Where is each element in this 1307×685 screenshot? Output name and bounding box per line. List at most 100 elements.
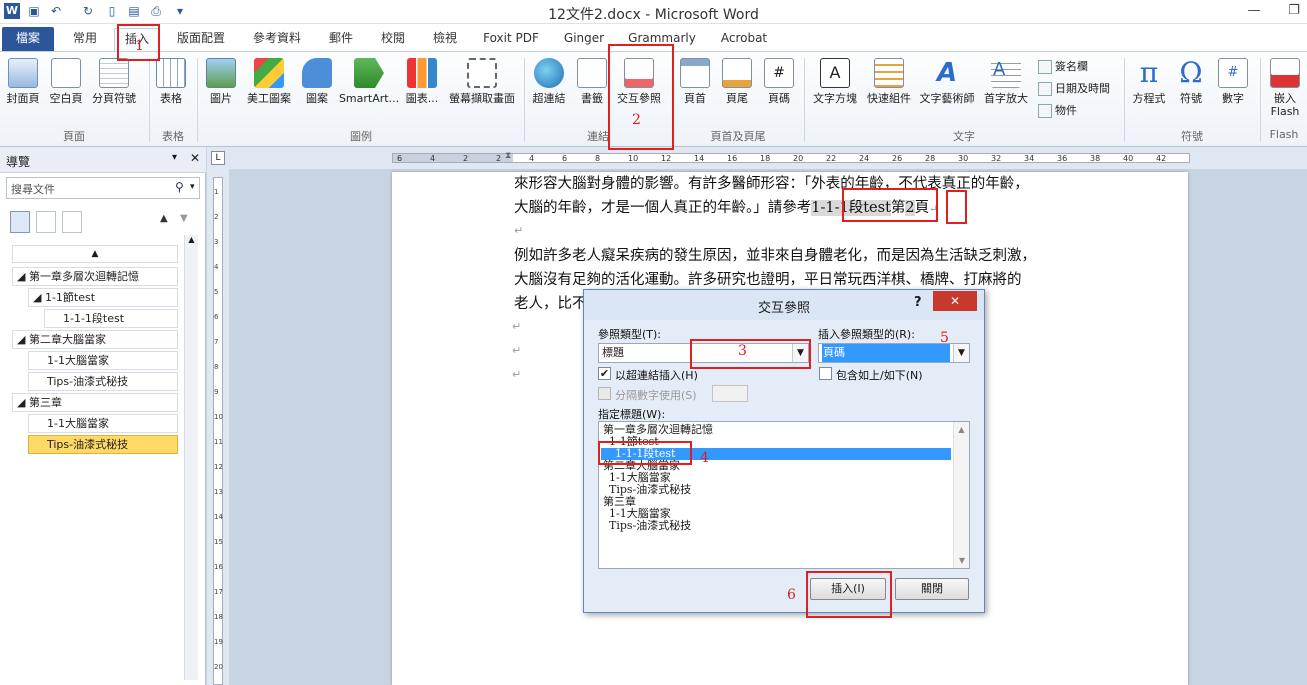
tab-references[interactable]: 參考資料 (244, 28, 310, 51)
nav-heading-item[interactable]: 1-1大腦當家 (28, 414, 178, 433)
horizontal-ruler[interactable]: L 6 4 2 2 4 6 8 10 12 14 16 18 20 22 24 26 28 30 32 34 36 38 4… (207, 147, 1307, 169)
tab-ginger[interactable]: Ginger (556, 28, 612, 51)
wordart-button[interactable]: A 文字藝術師 (916, 58, 978, 105)
nav-heading-item[interactable]: ◢ 第二章大腦當家 (12, 330, 178, 349)
header-button[interactable]: 頁首 (678, 58, 712, 105)
symbol-button[interactable]: Ω 符號 (1172, 58, 1210, 106)
ruler-number: 8 (214, 363, 219, 371)
above-below-label[interactable]: 包含如上/如下(N) (836, 367, 923, 383)
tab-home[interactable]: 常用 (62, 28, 108, 51)
nav-scrollbar[interactable]: ▲ (184, 235, 198, 680)
nav-heading-item[interactable]: 1-1-1段test (44, 309, 178, 328)
nav-search-input[interactable]: 搜尋文件 ⚲ ▾ (6, 177, 200, 199)
expand-icon[interactable]: ◢ (17, 333, 29, 346)
tab-foxit-pdf[interactable]: Foxit PDF (476, 28, 546, 51)
page-number-button[interactable]: # 頁碼 (762, 58, 796, 105)
ruler-number: 12 (214, 463, 223, 471)
browse-results-tab[interactable] (62, 211, 82, 233)
search-icon[interactable]: ⚲ (175, 180, 184, 194)
ruler-number: 34 (1024, 154, 1035, 163)
vertical-ruler-scale: 1 2 3 4 5 6 7 8 9 10 11 12 13 14 15 16 17 18 19 20 (213, 177, 223, 685)
nav-options-icon[interactable]: ▾ (172, 152, 177, 163)
chevron-down-icon[interactable]: ▼ (953, 344, 969, 362)
nav-heading-item[interactable]: ◢ 第三章 (12, 393, 178, 412)
picture-button[interactable]: 圖片 (204, 58, 238, 105)
screenshot-button[interactable]: 螢幕擷取畫面 (446, 58, 518, 105)
object-icon (1038, 104, 1052, 118)
scroll-up-icon[interactable]: ▲ (954, 425, 969, 434)
ruler-number: 19 (214, 638, 223, 646)
expand-icon[interactable]: ◢ (17, 396, 29, 409)
ruler-number: 28 (925, 154, 936, 163)
page-break-button[interactable]: 分頁符號 (88, 58, 140, 105)
ruler-number: 8 (595, 154, 601, 163)
drop-cap-button[interactable]: A 首字放大 (980, 58, 1032, 105)
nav-heading-item[interactable]: ◢ 第一章多層次迴轉記憶 (12, 267, 178, 286)
annotation-box (598, 441, 692, 465)
number-button[interactable]: # 數字 (1214, 58, 1252, 105)
ruler-number: 3 (214, 238, 219, 246)
footer-icon (722, 58, 752, 88)
text-box-button[interactable]: A 文字方塊 (810, 58, 860, 105)
help-button[interactable]: ? (914, 295, 922, 310)
tab-file[interactable]: 檔案 (2, 27, 54, 51)
nav-heading-item[interactable]: Tips-油漆式秘技 (28, 372, 178, 391)
clip-art-button[interactable]: 美工圖案 (244, 58, 294, 105)
ruler-number: 15 (214, 538, 223, 546)
picture-icon (206, 58, 236, 88)
embed-flash-button[interactable]: 嵌入 Flash (1266, 58, 1304, 118)
table-button[interactable]: 表格 (155, 58, 187, 105)
expand-icon[interactable]: ◢ (17, 270, 29, 283)
cover-page-button[interactable]: 封面頁 (4, 58, 42, 105)
bookmark-button[interactable]: 書籤 (574, 58, 610, 105)
list-scrollbar[interactable]: ▲ ▼ (953, 422, 969, 568)
ruler-number: 42 (1156, 154, 1167, 163)
previous-heading-icon[interactable]: ▲ (160, 213, 168, 224)
signature-line-button[interactable]: 簽名欄 (1038, 58, 1088, 74)
smartart-button[interactable]: SmartArt... (338, 58, 400, 105)
nav-close-icon[interactable]: ✕ (190, 151, 200, 165)
hyperlink-button[interactable]: 超連結 (530, 58, 568, 105)
shapes-button[interactable]: 圖案 (300, 58, 334, 105)
quick-parts-button[interactable]: 快速組件 (864, 58, 914, 105)
header-icon (680, 58, 710, 88)
chart-button[interactable]: 圖表... (402, 58, 442, 105)
browse-headings-tab[interactable] (10, 211, 30, 233)
hyperlink-checkbox-label[interactable]: 以超連結插入(H) (615, 367, 698, 383)
annotation-number: 2 (632, 112, 641, 128)
ruler-number: 36 (1057, 154, 1068, 163)
insert-ref-select[interactable]: 頁碼 ▼ (818, 343, 970, 363)
wordart-icon: A (936, 58, 958, 88)
scroll-up-icon[interactable]: ▲ (185, 235, 198, 244)
expand-icon[interactable]: ◢ (33, 291, 45, 304)
close-button[interactable]: 關閉 (895, 578, 969, 600)
tab-acrobat[interactable]: Acrobat (712, 28, 776, 51)
nav-heading-item[interactable]: 1-1大腦當家 (28, 351, 178, 370)
search-options-icon[interactable]: ▾ (190, 182, 195, 192)
collapse-all-icon[interactable]: ▲ (12, 245, 178, 263)
tab-view[interactable]: 檢視 (422, 28, 468, 51)
tab-page-layout[interactable]: 版面配置 (166, 28, 236, 51)
tab-mailings[interactable]: 郵件 (318, 28, 364, 51)
pi-icon: π (1139, 56, 1159, 89)
above-below-checkbox[interactable] (819, 367, 832, 380)
minimize-button[interactable]: — (1240, 0, 1268, 22)
object-button[interactable]: 物件 (1038, 102, 1077, 118)
browse-pages-tab[interactable] (36, 211, 56, 233)
nav-heading-item[interactable]: ◢ 1-1節test (28, 288, 178, 307)
blank-page-button[interactable]: 空白頁 (46, 58, 86, 105)
restore-button[interactable]: ❐ (1280, 0, 1307, 22)
dialog-close-button[interactable]: ✕ (933, 291, 977, 311)
next-heading-icon[interactable]: ▼ (180, 213, 188, 224)
date-time-button[interactable]: 日期及時間 (1038, 80, 1110, 96)
footer-button[interactable]: 頁尾 (720, 58, 754, 105)
equation-button[interactable]: π 方程式 (1130, 56, 1168, 106)
scroll-down-icon[interactable]: ▼ (954, 556, 970, 565)
hyperlink-checkbox[interactable]: ✔ (598, 367, 611, 380)
nav-heading-item-selected[interactable]: Tips-油漆式秘技 (28, 435, 178, 454)
tab-selector-icon[interactable]: L (211, 151, 225, 165)
ruler-number: 38 (1090, 154, 1101, 163)
tab-review[interactable]: 校閱 (370, 28, 416, 51)
list-item[interactable]: Tips-油漆式秘技 (609, 520, 691, 532)
indent-marker-icon[interactable]: ⧗ (505, 151, 511, 161)
